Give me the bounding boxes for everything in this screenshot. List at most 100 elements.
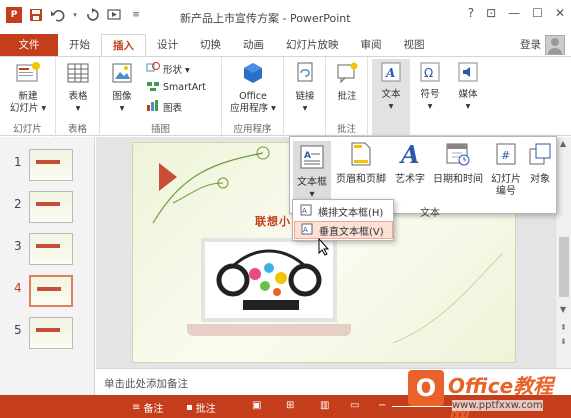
horizontal-textbox-label: 横排文本框(H)	[318, 207, 384, 219]
save-icon[interactable]	[28, 7, 44, 23]
tab-design[interactable]: 设计	[146, 34, 189, 56]
chart-button[interactable]: 图表	[146, 99, 182, 114]
tab-insert[interactable]: 插入	[101, 34, 146, 56]
tab-review[interactable]: 审阅	[350, 34, 393, 56]
vertical-scrollbar[interactable]: ▲ ▼ ⇞ ⇟	[555, 137, 571, 368]
new-slide-label: 新建	[18, 91, 38, 102]
scrollbar-thumb[interactable]	[559, 237, 569, 297]
music-artwork	[205, 242, 333, 318]
prev-slide-icon[interactable]: ⇞	[560, 323, 567, 332]
thumbnail-number: 4	[14, 281, 22, 295]
smartart-button[interactable]: SmartArt	[146, 80, 206, 95]
vertical-textbox-icon: A	[301, 223, 313, 238]
maximize-icon[interactable]: ☐	[532, 6, 543, 20]
comments-icon: ▪	[186, 402, 193, 413]
slide-sorter-icon[interactable]: ⊞	[286, 400, 294, 411]
zoom-out-icon[interactable]: −	[378, 400, 386, 411]
link-button[interactable]: 链接 ▾	[287, 61, 323, 115]
thumbnail-item[interactable]: 3	[0, 231, 95, 269]
vertical-textbox-item[interactable]: A 垂直文本框(V)	[294, 221, 393, 239]
login-link[interactable]: 登录	[520, 37, 541, 52]
laptop-base	[187, 324, 351, 336]
tab-animations[interactable]: 动画	[232, 34, 275, 56]
comments-toggle-button[interactable]: ▪ 批注	[186, 400, 216, 415]
help-icon[interactable]: ?	[468, 6, 474, 20]
watermark-url: www.pptfxxw.com	[452, 400, 543, 411]
next-slide-icon[interactable]: ⇟	[560, 337, 567, 346]
media-button[interactable]: 媒体 ▾	[450, 61, 486, 113]
tab-slideshow[interactable]: 幻灯片放映	[275, 34, 350, 56]
mouse-cursor-icon	[318, 237, 330, 259]
notes-toggle-button[interactable]: ≡ 备注	[132, 400, 163, 415]
comment-label: 批注	[337, 91, 357, 102]
laptop-image[interactable]	[201, 238, 337, 322]
comments-toggle-label: 批注	[195, 404, 216, 415]
thumbnail-item[interactable]: 5	[0, 315, 95, 353]
thumbnail-image[interactable]	[29, 317, 73, 349]
datetime-button[interactable]: 日期和时间	[429, 141, 487, 186]
shapes-button[interactable]: 形状 ▾	[146, 61, 190, 76]
slide-number-button[interactable]: # 幻灯片 编号	[488, 141, 524, 198]
scroll-up-icon[interactable]: ▲	[560, 139, 566, 148]
smartart-label: SmartArt	[163, 82, 206, 93]
omega-icon: Ω	[413, 61, 447, 87]
reading-view-icon[interactable]: ▥	[320, 400, 329, 411]
minimize-icon[interactable]: —	[508, 6, 520, 20]
new-slide-button[interactable]: 新建 幻灯片 ▾	[4, 61, 52, 115]
avatar[interactable]	[545, 35, 565, 55]
wordart-label: 艺术字	[395, 174, 425, 185]
table-dropdown-icon: ▾	[75, 103, 81, 114]
shapes-label: 形状 ▾	[163, 64, 190, 76]
object-button[interactable]: 对象	[525, 141, 555, 186]
header-footer-button[interactable]: 页眉和页脚	[332, 141, 390, 186]
redo-icon[interactable]	[84, 7, 100, 23]
horizontal-textbox-item[interactable]: A 横排文本框(H)	[294, 202, 393, 220]
image-button[interactable]: 图像 ▾	[104, 61, 140, 115]
thumbnail-item[interactable]: 1	[0, 147, 95, 185]
office-apps-button[interactable]: Office 应用程序 ▾	[226, 61, 280, 115]
vertical-textbox-label: 垂直文本框(V)	[319, 226, 384, 238]
window-title: 新产品上市宣传方案 - PowerPoint	[180, 12, 351, 25]
undo-icon[interactable]	[50, 7, 66, 23]
link-dropdown-icon: ▾	[302, 103, 308, 114]
undo-dropdown-icon[interactable]: ▾	[72, 7, 78, 23]
tab-transitions[interactable]: 切换	[189, 34, 232, 56]
thumbnail-item-selected[interactable]: 4	[0, 273, 95, 311]
image-label: 图像	[112, 91, 132, 102]
calendar-icon	[429, 141, 487, 171]
office-apps-label: Office	[239, 91, 267, 102]
start-slideshow-icon[interactable]	[106, 7, 122, 23]
watermark: O Office教程网 www.pptfxxw.com	[408, 366, 571, 418]
thumbnail-item[interactable]: 2	[0, 189, 95, 227]
normal-view-icon[interactable]: ▣	[252, 400, 261, 411]
textbox-menu: A 横排文本框(H) A 垂直文本框(V)	[292, 199, 394, 241]
chart-icon	[146, 99, 160, 114]
thumbnail-image[interactable]	[29, 233, 73, 265]
notes-placeholder[interactable]: 单击此处添加备注	[104, 376, 188, 391]
thumbnail-image[interactable]	[29, 275, 73, 307]
thumbnail-image[interactable]	[29, 191, 73, 223]
close-icon[interactable]: ✕	[555, 6, 565, 20]
customize-qat-icon[interactable]: ≡	[128, 7, 144, 23]
watermark-logo-icon: O	[408, 370, 444, 406]
comment-button[interactable]: 批注	[329, 61, 365, 103]
shapes-icon	[146, 61, 160, 76]
slideshow-view-icon[interactable]: ▭	[350, 400, 359, 411]
ribbon-display-icon[interactable]: ⊡	[486, 6, 496, 20]
tab-home[interactable]: 开始	[58, 34, 101, 56]
symbol-button[interactable]: Ω 符号 ▾	[413, 61, 447, 113]
tab-view[interactable]: 视图	[393, 34, 436, 56]
wordart-button[interactable]: A 艺术字	[392, 140, 428, 186]
image-dropdown-icon: ▾	[119, 103, 125, 114]
thumbnail-image[interactable]	[29, 149, 73, 181]
group-label-table: 表格	[67, 124, 87, 135]
text-button[interactable]: A 文本 ▾	[372, 59, 410, 135]
tab-file[interactable]: 文件	[0, 34, 58, 56]
table-button[interactable]: 表格 ▾	[60, 61, 96, 115]
notes-icon: ≡	[132, 402, 141, 413]
office-apps-label-2: 应用程序 ▾	[230, 103, 276, 114]
slide-title[interactable]: 联想小	[255, 213, 291, 229]
scroll-down-icon[interactable]: ▼	[560, 305, 566, 314]
wordart-icon: A	[392, 140, 428, 171]
media-label: 媒体	[458, 89, 478, 100]
